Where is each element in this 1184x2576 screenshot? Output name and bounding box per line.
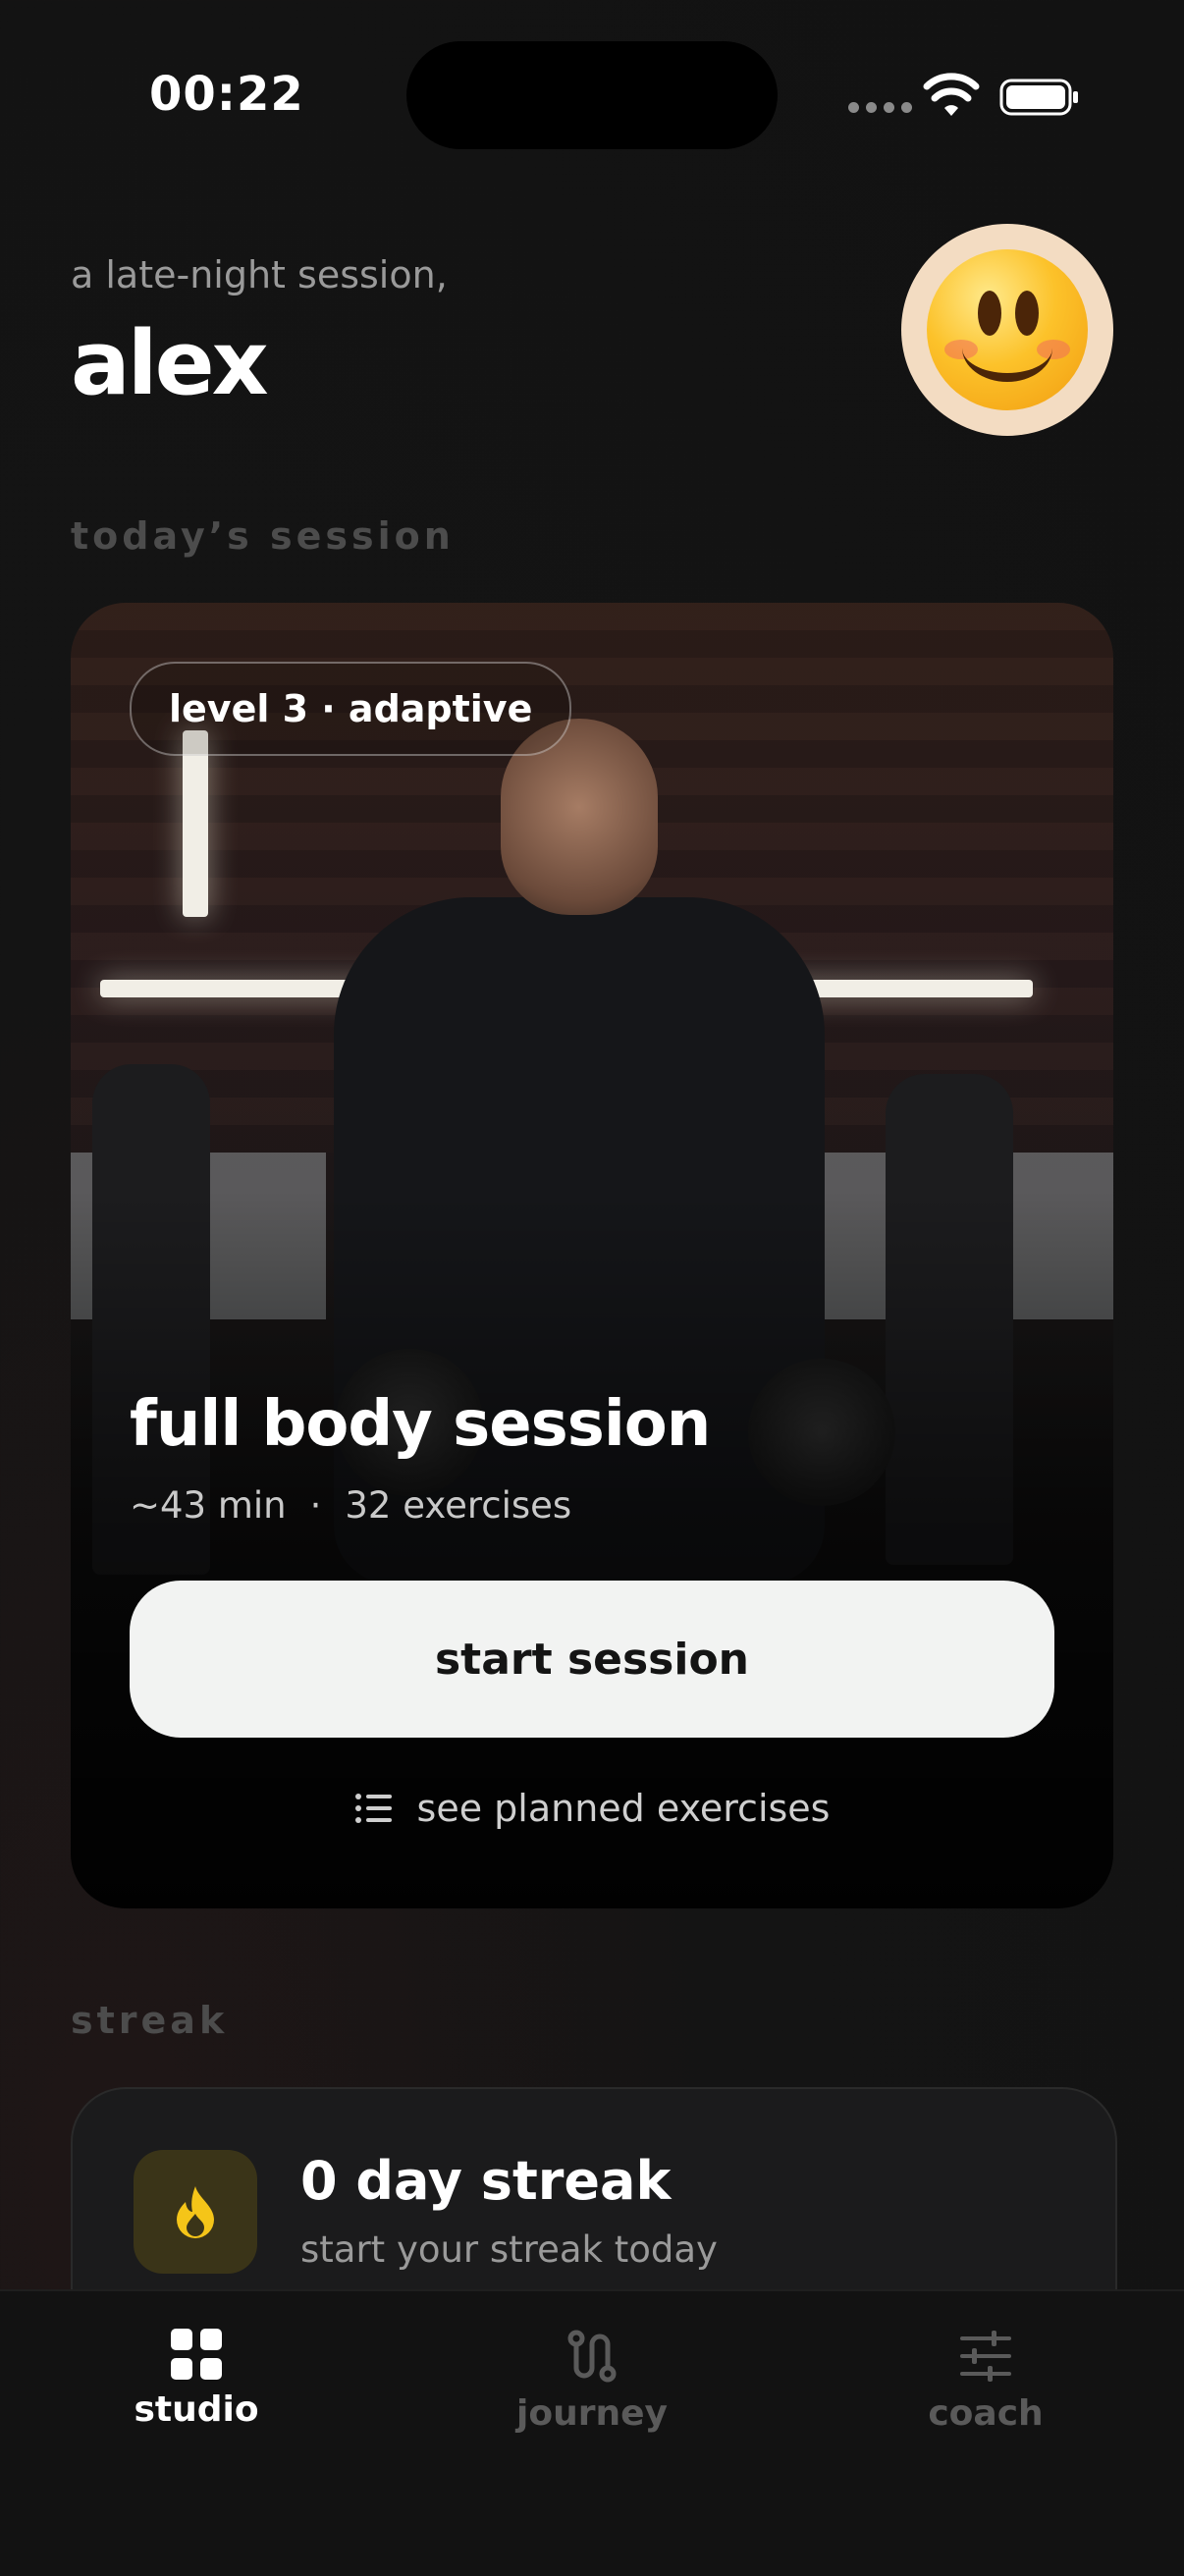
tab-label: studio <box>134 2389 259 2430</box>
streak-icon-box <box>134 2150 257 2274</box>
greeting-text: a late-night session, <box>71 253 448 296</box>
flame-icon <box>177 2186 214 2238</box>
cellular-signal-icon <box>848 102 912 113</box>
list-icon <box>354 1794 392 1823</box>
sliders-icon <box>960 2331 1011 2382</box>
streak-title: 0 day streak <box>300 2150 672 2212</box>
tab-coach[interactable]: coach <box>868 2329 1103 2434</box>
user-name: alex <box>71 312 269 415</box>
session-duration: ~43 min <box>130 1484 287 1527</box>
level-badge: level 3 · adaptive <box>130 662 572 756</box>
battery-icon <box>999 79 1078 116</box>
streak-subtitle: start your streak today <box>300 2228 718 2271</box>
session-card[interactable]: level 3 · adaptive full body session ~43… <box>71 603 1113 1908</box>
session-title: full body session <box>130 1388 711 1461</box>
tab-studio[interactable]: studio <box>79 2329 314 2430</box>
wifi-icon <box>923 73 980 116</box>
see-planned-exercises-link[interactable]: see planned exercises <box>71 1787 1113 1830</box>
see-planned-label: see planned exercises <box>416 1787 831 1830</box>
smiley-face-icon <box>927 249 1088 410</box>
avatar[interactable] <box>901 224 1113 436</box>
tab-label: coach <box>928 2393 1044 2434</box>
session-exercise-count: 32 exercises <box>345 1484 572 1527</box>
start-session-button[interactable]: start session <box>130 1581 1054 1738</box>
route-icon <box>567 2330 617 2383</box>
tab-journey[interactable]: journey <box>474 2329 710 2434</box>
tab-bar: studio journey coach <box>0 2289 1184 2576</box>
session-meta: ~43 min · 32 exercises <box>130 1484 571 1527</box>
tab-label: journey <box>516 2393 668 2434</box>
status-time: 00:22 <box>149 67 304 122</box>
section-label-streak: streak <box>71 1999 229 2042</box>
grid-icon <box>171 2329 222 2380</box>
section-label-today: today’s session <box>71 514 455 558</box>
meta-separator: · <box>309 1484 322 1527</box>
dynamic-island <box>406 41 778 149</box>
